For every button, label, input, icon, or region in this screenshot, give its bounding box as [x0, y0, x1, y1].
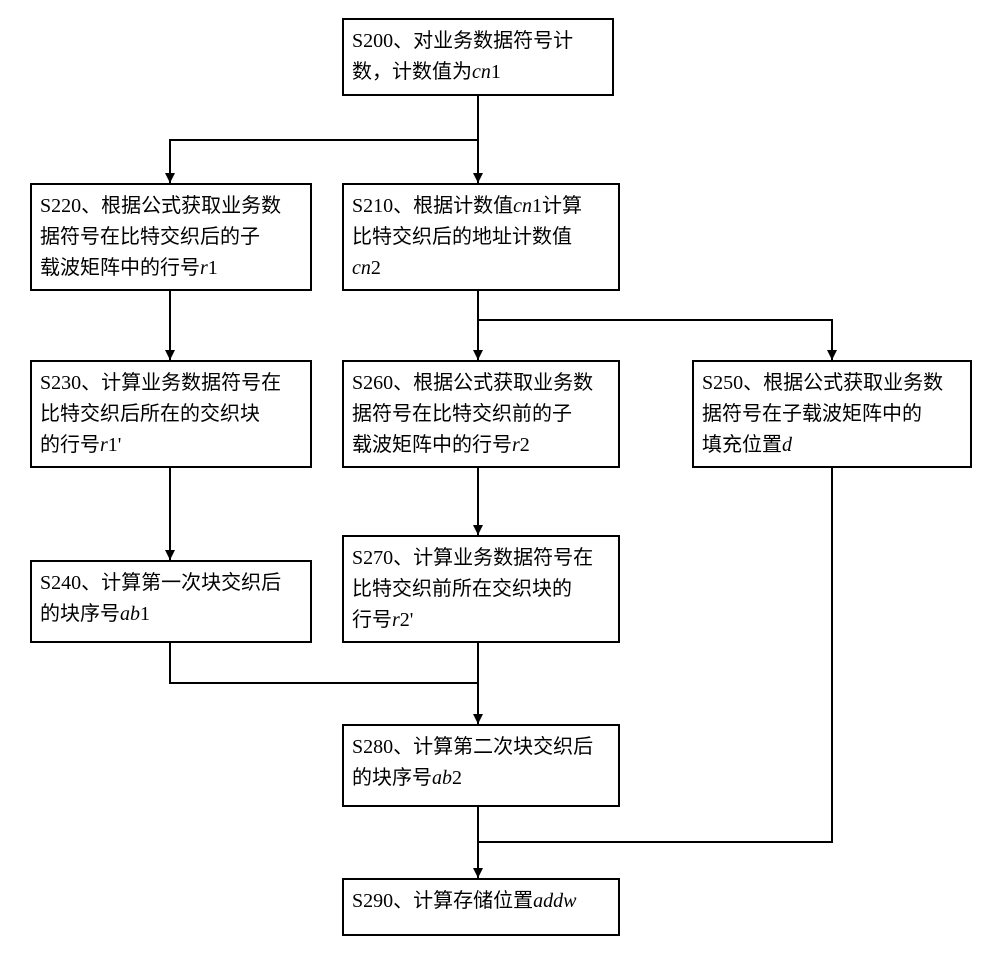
- s230-l3a: 的行号: [40, 434, 100, 456]
- s240-ab: ab: [120, 603, 140, 625]
- node-s220: S220、根据公式获取业务数 据符号在比特交织后的子 载波矩阵中的行号r1: [30, 183, 312, 291]
- s280-l1: S280、计算第二次块交织后: [352, 736, 593, 758]
- s280-l2a: 的块序号: [352, 767, 432, 789]
- s220-l2: 据符号在比特交织后的子: [40, 226, 260, 248]
- s210-l1a: S210、根据计数值: [352, 195, 513, 217]
- s270-r: r: [392, 609, 400, 631]
- s260-l1: S260、根据公式获取业务数: [352, 372, 593, 394]
- arrows-layer: [0, 0, 1000, 963]
- s270-l1: S270、计算业务数据符号在: [352, 547, 593, 569]
- node-s260: S260、根据公式获取业务数 据符号在比特交织前的子 载波矩阵中的行号r2: [342, 360, 620, 468]
- s200-cn: cn: [472, 61, 491, 83]
- node-s210: S210、根据计数值cn1计算 比特交织后的地址计数值 cn2: [342, 183, 620, 291]
- node-s290: S290、计算存储位置addw: [342, 878, 620, 936]
- flowchart: S200、对业务数据符号计 数，计数值为cn1 S220、根据公式获取业务数 据…: [0, 0, 1000, 963]
- s210-cn1: cn: [513, 195, 532, 217]
- s240-l2a: 的块序号: [40, 603, 120, 625]
- s240-l1: S240、计算第一次块交织后: [40, 572, 281, 594]
- s270-l2: 比特交织前所在交织块的: [352, 578, 572, 600]
- s220-r: r: [200, 257, 208, 279]
- s220-one: 1: [208, 257, 218, 279]
- s200-line1: S200、对业务数据符号计: [352, 30, 573, 52]
- s220-l3a: 载波矩阵中的行号: [40, 257, 200, 279]
- s210-l1b: 计算: [542, 195, 582, 217]
- s280-two: 2: [452, 767, 462, 789]
- node-s250: S250、根据公式获取业务数 据符号在子载波矩阵中的 填充位置d: [692, 360, 972, 468]
- s290-addw: addw: [533, 890, 576, 912]
- s200-line2a: 数，计数值为: [352, 61, 472, 83]
- s210-l2: 比特交织后的地址计数值: [352, 226, 572, 248]
- s250-l1: S250、根据公式获取业务数: [702, 372, 943, 394]
- node-s270: S270、计算业务数据符号在 比特交织前所在交织块的 行号r2': [342, 535, 620, 643]
- s270-2p: 2': [400, 609, 414, 631]
- s200-one: 1: [491, 61, 501, 83]
- s220-l1: S220、根据公式获取业务数: [40, 195, 281, 217]
- s260-l3a: 载波矩阵中的行号: [352, 434, 512, 456]
- s210-cn2: cn: [352, 257, 371, 279]
- node-s280: S280、计算第二次块交织后 的块序号ab2: [342, 724, 620, 807]
- s250-l2: 据符号在子载波矩阵中的: [702, 403, 922, 425]
- s270-l3a: 行号: [352, 609, 392, 631]
- node-s200: S200、对业务数据符号计 数，计数值为cn1: [342, 18, 614, 96]
- s240-one: 1: [140, 603, 150, 625]
- s210-one: 1: [532, 195, 542, 217]
- s230-l2: 比特交织后所在的交织块: [40, 403, 260, 425]
- s290-l1a: S290、计算存储位置: [352, 890, 533, 912]
- s230-l1: S230、计算业务数据符号在: [40, 372, 281, 394]
- s260-r: r: [512, 434, 520, 456]
- node-s240: S240、计算第一次块交织后 的块序号ab1: [30, 560, 312, 643]
- s230-1p: 1': [108, 434, 122, 456]
- s250-l3a: 填充位置: [702, 434, 782, 456]
- s280-ab: ab: [432, 767, 452, 789]
- s260-l2: 据符号在比特交织前的子: [352, 403, 572, 425]
- node-s230: S230、计算业务数据符号在 比特交织后所在的交织块 的行号r1': [30, 360, 312, 468]
- s230-r: r: [100, 434, 108, 456]
- s210-two: 2: [371, 257, 381, 279]
- s250-d: d: [782, 434, 792, 456]
- s260-two: 2: [520, 434, 530, 456]
